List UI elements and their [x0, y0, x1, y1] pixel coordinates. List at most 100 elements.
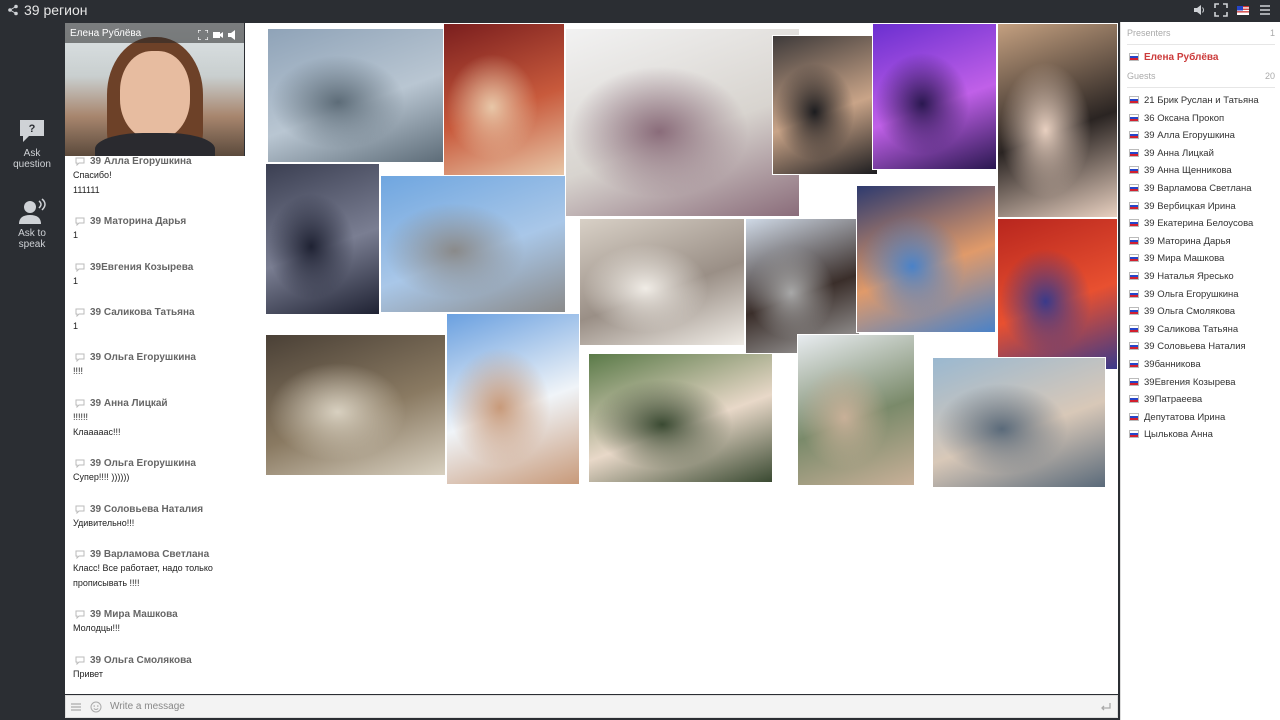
reply-icon[interactable]: [75, 399, 85, 408]
chat-message: 39 Саликова Татьяна 1: [73, 307, 253, 334]
chat-message: 39 Анна Лицкай!!!!!! Клааааас!!!: [73, 398, 253, 440]
message-text: 1: [73, 230, 79, 240]
photo-doctor-clinic: [579, 218, 745, 346]
photo-red-lanterns: [997, 218, 1118, 370]
reply-icon[interactable]: [75, 550, 85, 559]
russia-flag-icon: [1129, 377, 1139, 386]
fullscreen-icon[interactable]: [1214, 3, 1228, 17]
photo-restaurant-group: [588, 353, 773, 483]
russia-flag-icon: [1129, 272, 1139, 280]
reply-icon[interactable]: [75, 308, 85, 317]
guests-count: 20: [1264, 71, 1275, 81]
guest-item[interactable]: 39 Ольга Егорушкина: [1129, 286, 1239, 303]
russia-flag-icon: [1129, 131, 1139, 140]
guest-item[interactable]: 39 Анна Щенникова: [1129, 162, 1232, 179]
ask-to-speak-label-1: Ask to: [18, 228, 46, 239]
russia-flag-icon: [1129, 254, 1139, 263]
guest-item[interactable]: 39 Вербицкая Ирина: [1129, 198, 1236, 215]
guest-name: 21 Брик Руслан и Татьяна: [1144, 95, 1259, 106]
guest-name: Цылькова Анна: [1144, 429, 1213, 441]
message-input[interactable]: Write a message: [110, 701, 185, 712]
menu-icon[interactable]: [1258, 3, 1272, 17]
message-author: 39 Ольга Егорушкина: [73, 458, 253, 470]
message-author: 39 Варламова Светлана: [73, 549, 253, 561]
divider: [1127, 87, 1275, 88]
guest-item[interactable]: 39 Алла Егорушкина: [1129, 127, 1235, 144]
reply-icon[interactable]: [75, 157, 85, 166]
guest-item[interactable]: 39 Соловьева Наталия: [1129, 338, 1246, 355]
camera-icon[interactable]: [213, 27, 223, 38]
guest-item[interactable]: 39Евгения Козырева: [1129, 374, 1236, 391]
presenter-item[interactable]: Елена Рублёва: [1129, 49, 1218, 66]
guest-name: 39 Наталья Яресько: [1144, 271, 1234, 282]
language-flag-icon[interactable]: [1236, 3, 1250, 17]
guest-name: 39 Ольга Егорушкина: [1144, 288, 1239, 300]
svg-text:?: ?: [29, 123, 36, 135]
presenters-label: Presenters: [1127, 28, 1171, 38]
message-text: Привет: [73, 669, 104, 679]
guest-item[interactable]: 39 Анна Лицкай: [1129, 145, 1214, 162]
russia-flag-icon: [1129, 219, 1139, 228]
russia-flag-icon: [1129, 307, 1139, 316]
presenter-video[interactable]: Елена Рублёва: [65, 23, 244, 156]
reply-icon[interactable]: [75, 217, 85, 226]
share-icon[interactable]: [7, 4, 19, 16]
message-text: 111111: [73, 185, 100, 195]
chat-message: 39Евгения Козырева 1: [73, 262, 253, 289]
ask-question-button[interactable]: ? Ask question: [0, 118, 64, 170]
reply-icon[interactable]: [75, 610, 85, 619]
russia-flag-icon: [1129, 184, 1139, 192]
reply-icon[interactable]: [75, 505, 85, 514]
photo-purple-selfie: [872, 23, 997, 170]
menu-lines-icon[interactable]: [70, 701, 82, 713]
guest-item[interactable]: 39 Екатерина Белоусова: [1129, 215, 1253, 232]
message-author-name: 39 Ольга Егорушкина: [90, 458, 196, 469]
guest-item[interactable]: 36 Оксана Прокоп: [1129, 110, 1224, 127]
russia-flag-icon: [1129, 96, 1139, 104]
chat-message: 39 Ольга Егорушкина Супер!!!! )))))): [73, 458, 253, 485]
top-bar: 39 регион: [0, 0, 1280, 22]
send-enter-icon[interactable]: [1100, 701, 1112, 713]
reply-icon[interactable]: [75, 656, 85, 665]
guest-item[interactable]: 39банникова: [1129, 356, 1201, 373]
guest-name: 39банникова: [1144, 359, 1201, 370]
reply-icon[interactable]: [75, 459, 85, 468]
video-expand-icon[interactable]: [197, 27, 209, 41]
ask-question-label-2: question: [13, 159, 51, 170]
reply-icon[interactable]: [75, 353, 85, 362]
guests-header: Guests 20: [1127, 71, 1275, 81]
photo-blossom-selfie: [797, 334, 915, 486]
speaker-person-icon: [19, 198, 46, 224]
chat-message: 39 Ольга Смолякова Привет: [73, 655, 253, 682]
guest-item[interactable]: 39Патраеева: [1129, 391, 1202, 408]
emoji-icon[interactable]: [90, 701, 102, 713]
volume-icon[interactable]: [1192, 3, 1206, 17]
message-author-name: 39 Ольга Егорушкина: [90, 352, 196, 363]
guest-name: 39 Алла Егорушкина: [1144, 130, 1235, 142]
guest-item[interactable]: 39 Мира Машкова: [1129, 250, 1224, 267]
message-author: 39Евгения Козырева: [73, 262, 253, 274]
guest-item[interactable]: 39 Ольга Смолякова: [1129, 303, 1235, 320]
guest-item[interactable]: Депутатова Ирина: [1129, 409, 1225, 426]
presenters-header: Presenters 1: [1127, 28, 1275, 38]
microphone-volume-icon[interactable]: [228, 27, 238, 40]
reply-icon[interactable]: [75, 263, 85, 272]
russia-flag-icon: [1129, 360, 1139, 368]
russia-flag-icon: [1129, 324, 1139, 333]
guest-item[interactable]: Цылькова Анна: [1129, 426, 1213, 443]
guest-item[interactable]: 39 Варламова Светлана: [1129, 180, 1252, 197]
guest-item[interactable]: 39 Маторина Дарья: [1129, 233, 1231, 250]
photo-jumping-pair: [380, 175, 566, 313]
guest-item[interactable]: 39 Саликова Татьяна: [1129, 321, 1238, 338]
russia-flag-icon: [1129, 201, 1139, 210]
presenters-count: 1: [1269, 28, 1275, 38]
photo-tokyo-tower-couple: [267, 28, 444, 163]
guest-item[interactable]: 21 Брик Руслан и Татьяна: [1129, 92, 1259, 109]
guest-name: 39 Саликова Татьяна: [1144, 323, 1239, 335]
message-author-name: 39 Мира Машкова: [90, 609, 178, 620]
message-author: 39 Мира Машкова: [73, 609, 253, 621]
guest-item[interactable]: 39 Наталья Яресько: [1129, 268, 1234, 285]
chat-panel: 39 Алла Егорушкина Спасибо! 111111 39 Матор…: [65, 156, 262, 694]
ask-to-speak-button[interactable]: Ask to speak: [0, 198, 64, 250]
top-controls: [1192, 3, 1272, 17]
